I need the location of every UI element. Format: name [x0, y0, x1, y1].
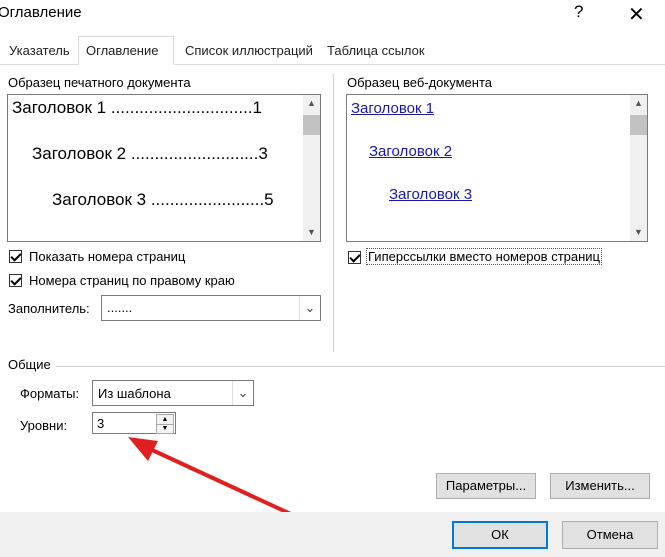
- params-button[interactable]: Параметры...: [436, 473, 536, 499]
- modify-button[interactable]: Изменить...: [550, 473, 650, 499]
- ok-button[interactable]: ОК: [452, 521, 548, 549]
- cancel-button[interactable]: Отмена: [562, 521, 658, 549]
